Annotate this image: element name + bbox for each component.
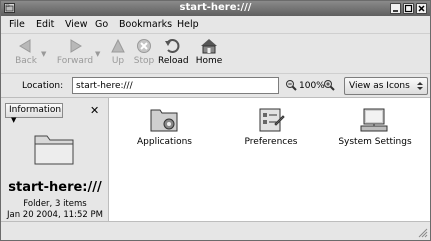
zoom-level[interactable]: 100% (299, 81, 325, 91)
menu-help[interactable]: Help (177, 19, 199, 30)
status-bar (1, 221, 430, 240)
minimize-button[interactable] (390, 3, 401, 14)
reload-button[interactable]: Reload (158, 38, 189, 70)
menu-bookmarks[interactable]: Bookmarks (119, 19, 172, 30)
up-label: Up (111, 56, 125, 66)
title-bar[interactable]: start-here:/// (1, 1, 430, 16)
side-pane-title: start-here:/// (8, 180, 102, 195)
forward-arrow-icon (70, 39, 82, 53)
zoom-in-icon[interactable] (323, 79, 335, 94)
maximize-button[interactable] (403, 3, 414, 14)
home-button[interactable]: Home (194, 38, 224, 70)
stop-icon (137, 39, 151, 53)
system-settings-icon (360, 108, 388, 132)
menu-bar: File Edit View Go Bookmarks Help (1, 16, 430, 33)
up-arrow-icon (111, 38, 125, 53)
back-button[interactable]: Back (11, 38, 41, 70)
menu-file[interactable]: File (9, 19, 25, 30)
menu-view[interactable]: View (65, 19, 88, 30)
view-as-label: View as Icons (349, 81, 410, 91)
location-label: Location: (22, 81, 64, 91)
back-label: Back (15, 56, 37, 66)
location-input[interactable] (72, 77, 279, 94)
back-history-icon[interactable]: ▼ (41, 50, 46, 58)
icon-view: Applications Preferences System Settings (109, 97, 430, 221)
menu-go[interactable]: Go (95, 19, 108, 30)
reload-label: Reload (158, 56, 189, 66)
file-browser-window: start-here:/// File Edit View Go Bookmar… (0, 0, 431, 241)
dropdown-arrow-icon (417, 81, 423, 94)
forward-button[interactable]: Forward (56, 38, 94, 70)
reload-icon (165, 39, 180, 53)
side-pane-date: Jan 20 2004, 11:52 PM (6, 210, 103, 220)
preferences-item[interactable]: Preferences (241, 106, 301, 147)
stop-button[interactable]: Stop (132, 38, 156, 70)
forward-history-icon[interactable]: ▼ (95, 50, 100, 58)
menu-edit[interactable]: Edit (36, 19, 54, 30)
view-as-select[interactable]: View as Icons (344, 77, 428, 95)
stop-label: Stop (133, 56, 155, 66)
folder-icon (33, 130, 75, 169)
zoom-out-icon[interactable] (285, 79, 297, 94)
close-icon[interactable]: ✕ (90, 104, 99, 117)
up-button[interactable]: Up (107, 38, 129, 70)
window-title: start-here:/// (179, 2, 252, 13)
system-settings-item[interactable]: System Settings (337, 106, 413, 147)
applications-item[interactable]: Applications (137, 106, 192, 147)
system-settings-label: System Settings (338, 137, 412, 147)
preferences-label: Preferences (244, 137, 298, 147)
toolbar: Back ▼ Forward ▼ Up Stop Reload Home (1, 33, 430, 73)
resize-grip-icon[interactable] (416, 226, 428, 238)
side-pane-selector[interactable]: Information ▼ (5, 103, 63, 124)
home-icon (201, 39, 217, 54)
applications-folder-icon (150, 109, 178, 132)
forward-label: Forward (56, 56, 94, 66)
side-pane-selector-label: Information (9, 105, 62, 115)
side-pane-info: Folder, 3 items (23, 199, 87, 209)
home-label: Home (195, 56, 223, 66)
location-bar: Location: 100% View as Icons (1, 73, 430, 97)
preferences-icon (259, 108, 285, 132)
close-button[interactable] (416, 3, 427, 14)
chevron-down-icon: ▼ (11, 116, 17, 124)
applications-label: Applications (137, 137, 192, 147)
back-arrow-icon (19, 39, 31, 53)
side-pane: Information ▼ ✕ start-here:/// Folder, 3… (1, 97, 109, 221)
